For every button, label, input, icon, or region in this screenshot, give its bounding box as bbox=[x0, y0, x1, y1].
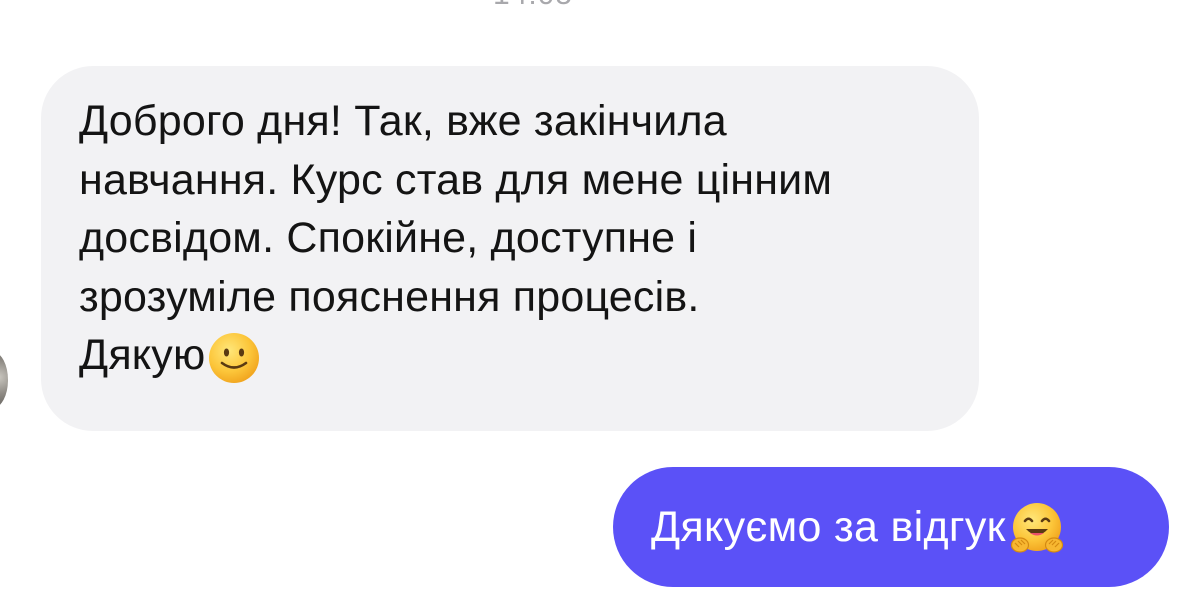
hugging-face-icon bbox=[1008, 501, 1066, 564]
outgoing-message-bubble[interactable]: Дякуємо за відгук bbox=[613, 467, 1169, 587]
sender-avatar[interactable] bbox=[0, 352, 8, 408]
incoming-message-bubble[interactable]: Доброго дня! Так, вже закінчила навчання… bbox=[41, 66, 979, 431]
slightly-smiling-face-icon bbox=[207, 331, 261, 390]
outgoing-message-text: Дякуємо за відгук bbox=[651, 503, 1006, 551]
chat-thread: 14:05 Доброго дня! Так, вже закінчила на… bbox=[0, 0, 1193, 596]
incoming-message-text: Доброго дня! Так, вже закінчила навчання… bbox=[79, 97, 833, 379]
message-timestamp: 14:05 bbox=[0, 0, 1066, 12]
